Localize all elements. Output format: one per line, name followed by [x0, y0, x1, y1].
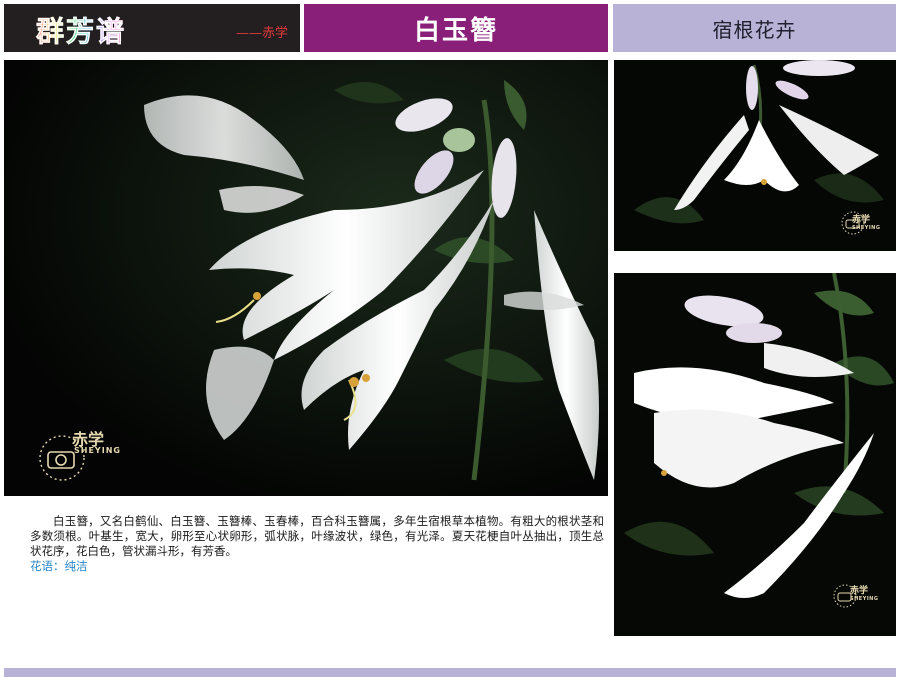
author-signature: ——赤学	[235, 26, 288, 41]
category-label: 宿根花卉	[712, 17, 797, 42]
brand-title: 群芳谱	[36, 10, 126, 50]
footer-bar	[4, 668, 896, 677]
bottom-right-photo-art	[614, 273, 896, 636]
description-text: 白玉簪，又名白鹤仙、白玉簪、玉簪棒、玉春棒，百合科玉簪属，多年生宿根草本植物。有…	[30, 514, 604, 558]
category-banner: 宿根花卉	[613, 4, 896, 52]
watermark-sub: SHEYING	[74, 446, 121, 455]
brand-banner: 群芳谱 ——赤学	[4, 4, 300, 52]
camera-icon	[841, 211, 865, 235]
page-title: 白玉簪	[413, 15, 498, 46]
camera-icon	[833, 584, 857, 608]
title-banner: 白玉簪	[304, 4, 608, 52]
bottom-right-photo: 赤学 SHEYING	[614, 273, 896, 636]
main-photo: 赤学 SHEYING	[4, 60, 608, 496]
flower-language: 花语：纯洁	[30, 559, 88, 573]
top-right-photo: 赤学 SHEYING	[614, 60, 896, 251]
